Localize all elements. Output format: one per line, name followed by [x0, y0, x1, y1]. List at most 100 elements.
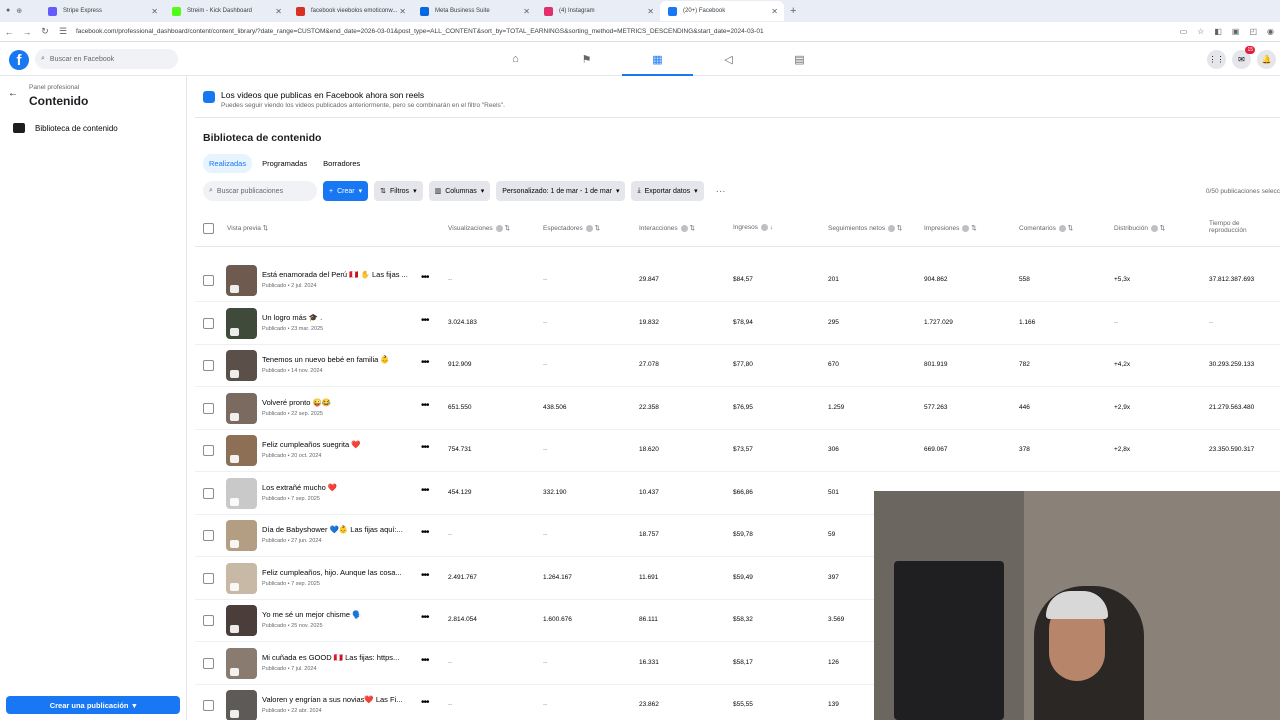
url-field[interactable]: facebook.com/professional_dashboard/cont…	[76, 28, 1180, 35]
facebook-logo[interactable]: f	[9, 50, 29, 70]
close-icon[interactable]: ✕	[399, 7, 406, 16]
info-icon[interactable]	[495, 224, 503, 232]
post-thumbnail[interactable]	[226, 647, 257, 679]
post-thumbnail[interactable]	[226, 605, 257, 636]
post-thumbnail[interactable]	[226, 350, 257, 381]
tab-scheduled[interactable]: Programadas	[256, 154, 313, 173]
close-icon[interactable]: ✕	[771, 7, 778, 16]
create-post-button[interactable]: Crear una publicación ▾	[6, 696, 180, 714]
table-row[interactable]: Volveré pronto 😜😂 Publicado • 22 sep. 202…	[195, 388, 1280, 430]
back-arrow-icon[interactable]: ←	[8, 88, 18, 99]
post-thumbnail[interactable]	[226, 690, 257, 720]
tab-published[interactable]: Realizadas	[203, 154, 253, 173]
more-options-icon[interactable]: •••	[421, 655, 429, 666]
search-posts-input[interactable]: ⌕ Buscar publicaciones	[203, 181, 317, 201]
more-options-icon[interactable]: •••	[421, 400, 429, 411]
more-options-icon[interactable]: •••	[421, 315, 429, 326]
browser-tab[interactable]: facebook vieebolos emoticonw... ✕	[288, 1, 412, 21]
more-options-icon[interactable]: •••	[421, 612, 429, 623]
select-all-checkbox[interactable]	[203, 223, 214, 234]
post-thumbnail[interactable]	[226, 562, 257, 594]
post-title[interactable]: Un logro más 🎓 .	[262, 313, 322, 322]
facebook-search[interactable]: ⌕ Buscar en Facebook	[35, 49, 178, 69]
browser-menu-icon[interactable]: ●	[6, 7, 10, 15]
more-options-icon[interactable]: •••	[421, 570, 429, 581]
browser-tab[interactable]: Meta Business Suite ✕	[412, 1, 536, 21]
extension-icon-2[interactable]: ▣	[1232, 27, 1240, 36]
sidebar-item-content-library[interactable]: Biblioteca de contenido	[13, 123, 118, 133]
post-title[interactable]: Feliz cumpleaños, hijo. Aunque las cosa.…	[262, 568, 402, 577]
post-title[interactable]: Día de Babyshower 💙👶 Las fijas aquí:...	[262, 525, 403, 534]
post-thumbnail[interactable]	[226, 392, 257, 424]
window-controls[interactable]: ● ⊕	[0, 7, 40, 15]
column-header-comments[interactable]: Comentarios ⇅	[1019, 224, 1073, 232]
more-options-icon[interactable]: •••	[421, 272, 429, 283]
post-thumbnail[interactable]	[226, 435, 257, 466]
post-title[interactable]: Valoren y engrían a sus novias❤️ Las Fi.…	[262, 695, 403, 704]
bookmark-star-icon[interactable]: ☆	[1197, 27, 1204, 36]
close-icon[interactable]: ✕	[275, 7, 282, 16]
more-options-icon[interactable]: •••	[421, 357, 429, 368]
table-row[interactable]: Está enamorada del Perú 🇵🇪 ✋ Las fijas .…	[195, 260, 1280, 302]
calendar-icon[interactable]: ▤	[764, 42, 835, 76]
table-row[interactable]: Un logro más 🎓 . Publicado • 23 mar. 2025…	[195, 303, 1280, 345]
post-title[interactable]: Los extrañé mucho ❤️	[262, 483, 337, 492]
info-icon[interactable]	[760, 224, 768, 231]
close-icon[interactable]: ✕	[523, 7, 530, 16]
reload-icon[interactable]: ↻	[36, 26, 54, 37]
post-title[interactable]: Yo me sé un mejor chisme 🗣️	[262, 610, 362, 619]
column-header-preview[interactable]: Vista previa ⇅	[227, 224, 268, 232]
profile-icon[interactable]: ◉	[1267, 27, 1274, 36]
flag-icon[interactable]: ⚑	[551, 42, 622, 76]
browser-tab[interactable]: Stripe Express ✕	[40, 1, 164, 21]
row-checkbox[interactable]	[203, 445, 214, 456]
menu-grid-icon[interactable]: ⋮⋮	[1207, 50, 1226, 69]
column-header-net-follows[interactable]: Seguimientos netos ⇅	[828, 224, 902, 232]
messenger-icon[interactable]: ✉ 15	[1232, 46, 1255, 69]
post-title[interactable]: Tenemos un nuevo bebé en familia 👶	[262, 355, 390, 364]
column-header-impressions[interactable]: Impresiones ⇅	[924, 224, 977, 232]
column-header-distribution[interactable]: Distribución ⇅	[1114, 224, 1165, 232]
row-checkbox[interactable]	[203, 657, 214, 669]
site-info-icon[interactable]: ☰	[54, 26, 72, 37]
info-icon[interactable]	[962, 224, 970, 232]
info-icon[interactable]	[1058, 224, 1066, 232]
post-thumbnail[interactable]	[226, 477, 257, 509]
date-range-button[interactable]: Personalizado: 1 de mar - 1 de mar ▾	[496, 181, 626, 201]
row-checkbox[interactable]	[203, 360, 214, 371]
browser-tab[interactable]: Streim - Kick Dashboard ✕	[164, 1, 288, 21]
info-icon[interactable]	[585, 224, 593, 232]
info-icon[interactable]	[1150, 224, 1158, 232]
info-icon[interactable]	[680, 224, 688, 232]
create-button[interactable]: + Crear ▾	[323, 181, 369, 201]
row-checkbox[interactable]	[203, 275, 214, 286]
row-checkbox[interactable]	[203, 700, 214, 711]
column-header-viewers[interactable]: Espectadores ⇅	[543, 224, 600, 232]
browser-tab[interactable]: (20+) Facebook ✕	[660, 1, 784, 21]
tab-drafts[interactable]: Borradores	[317, 154, 366, 173]
more-options-icon[interactable]: •••	[421, 442, 429, 453]
post-title[interactable]: Feliz cumpleaños suegrita ❤️	[262, 440, 361, 449]
row-checkbox[interactable]	[203, 572, 214, 584]
tab-search-icon[interactable]: ⊕	[16, 7, 22, 15]
row-checkbox[interactable]	[203, 530, 214, 541]
browser-tab[interactable]: (4) Instagram ✕	[536, 1, 660, 21]
column-header-income[interactable]: Ingresos ↓	[733, 224, 773, 231]
more-options-icon[interactable]: ···	[710, 186, 732, 197]
row-checkbox[interactable]	[203, 615, 214, 626]
notifications-icon[interactable]: 🔔	[1257, 50, 1276, 69]
column-header-watch-time[interactable]: Tiempo de reproducción	[1209, 220, 1259, 234]
more-options-icon[interactable]: •••	[421, 697, 429, 708]
post-title[interactable]: Mi cuñada es GOOD 🇵🇪 Las fijas: https...	[262, 653, 399, 662]
column-header-interactions[interactable]: Interacciones ⇅	[639, 224, 695, 232]
post-title[interactable]: Volveré pronto 😜😂	[262, 398, 331, 407]
cast-icon[interactable]: ▭	[1180, 27, 1188, 36]
post-thumbnail[interactable]	[226, 307, 257, 339]
extension-icon[interactable]: ◧	[1214, 27, 1222, 36]
filters-button[interactable]: ⇅ Filtros ▾	[374, 181, 423, 201]
table-row[interactable]: Feliz cumpleaños suegrita ❤️ Publicado • …	[195, 430, 1280, 472]
row-checkbox[interactable]	[203, 317, 214, 329]
row-checkbox[interactable]	[203, 487, 214, 499]
dashboard-icon[interactable]: ▦	[622, 42, 693, 76]
close-icon[interactable]: ✕	[151, 7, 158, 16]
